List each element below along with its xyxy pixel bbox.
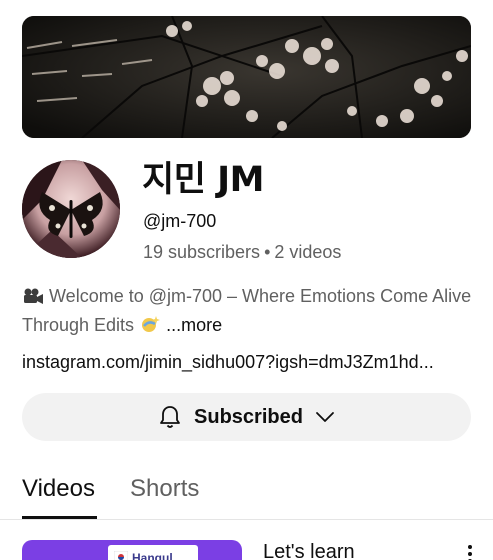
- chevron-down-icon: [315, 411, 335, 423]
- subscriber-count: 19 subscribers: [143, 242, 261, 262]
- subscribed-label: Subscribed: [194, 405, 303, 428]
- channel-tabs: Videos Shorts: [0, 468, 493, 520]
- channel-stats: 19 subscribers • 2 videos: [143, 241, 341, 263]
- korean-flag-icon: [113, 550, 129, 560]
- subscribed-button[interactable]: Subscribed: [22, 393, 471, 441]
- movie-camera-icon: [22, 286, 44, 312]
- description-more-link[interactable]: ...more: [166, 315, 222, 335]
- thumbnail-text: Hangul: [132, 551, 173, 560]
- channel-avatar[interactable]: [22, 160, 120, 258]
- description-text: Welcome to @jm-700 – Where Emotions Come…: [22, 286, 472, 335]
- bell-icon: [158, 404, 182, 430]
- sparkles-icon: [139, 314, 161, 341]
- tab-shorts[interactable]: Shorts: [130, 474, 199, 504]
- video-thumbnail[interactable]: Hangul: [22, 540, 242, 560]
- more-vert-icon[interactable]: [466, 544, 474, 560]
- tab-videos[interactable]: Videos: [22, 474, 95, 504]
- selected-tab-indicator: [22, 516, 97, 519]
- video-list-item[interactable]: Hangul Let's learn: [0, 530, 493, 560]
- channel-banner: [22, 16, 471, 138]
- channel-name: 지민 JM: [142, 160, 264, 200]
- video-count: 2 videos: [274, 242, 342, 262]
- stats-separator: •: [264, 242, 271, 262]
- channel-external-link[interactable]: instagram.com/jimin_sidhu007?igsh=dmJ3Zm…: [22, 350, 477, 374]
- channel-handle: @jm-700: [143, 211, 217, 231]
- thumbnail-label: Hangul: [108, 545, 198, 560]
- channel-description[interactable]: Welcome to @jm-700 – Where Emotions Come…: [22, 283, 477, 341]
- video-title[interactable]: Let's learn: [263, 540, 355, 560]
